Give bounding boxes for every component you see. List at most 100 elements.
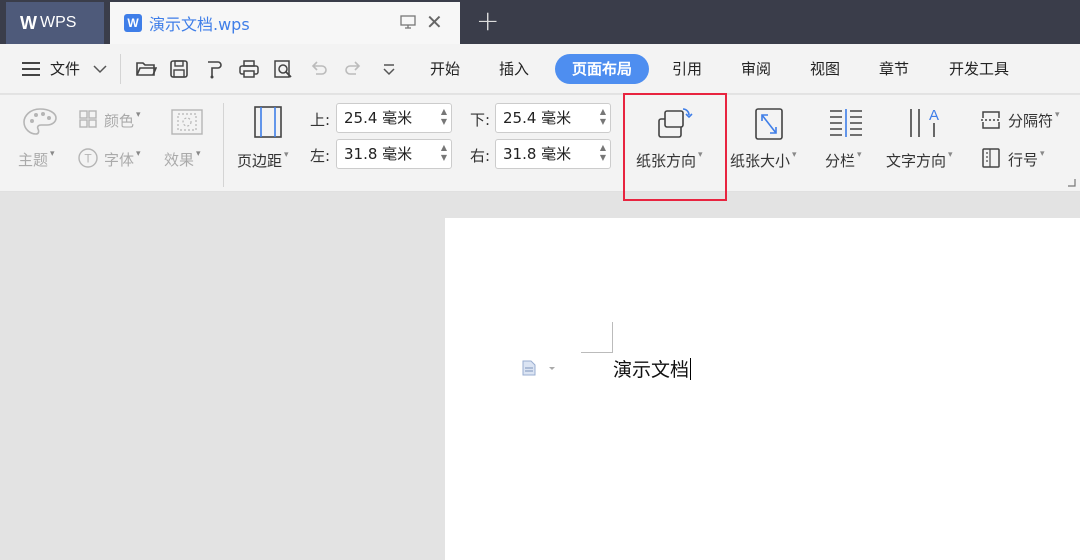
- effect-button[interactable]: 效果 ▾: [164, 149, 201, 170]
- tab-view[interactable]: 视图: [810, 58, 840, 80]
- ribbon-toolbar: 主题 ▾ 颜色 ▾ T 字体 ▾ 效果 ▾ 页边距 ▾ 上: 25.4 毫米 ▲ ▼ 下: 2…: [0, 95, 1080, 192]
- print-preview-icon[interactable]: [272, 58, 294, 80]
- new-tab-icon[interactable]: +: [476, 6, 499, 36]
- text-direction-button[interactable]: 文字方向 ▾: [886, 150, 953, 171]
- caret-down-icon: ▾: [50, 149, 55, 159]
- page-margin-icon[interactable]: [253, 105, 283, 139]
- close-tab-icon[interactable]: ✕: [426, 12, 443, 32]
- chevron-down-icon[interactable]: [92, 61, 108, 77]
- tab-chapter[interactable]: 章节: [879, 58, 909, 80]
- svg-text:A: A: [929, 107, 939, 124]
- spinner-icon[interactable]: ▲ ▼: [441, 107, 447, 127]
- spinner-icon[interactable]: ▲ ▼: [600, 143, 606, 163]
- left-margin-input[interactable]: 31.8 毫米 ▲ ▼: [336, 139, 452, 169]
- caret-down-icon: ▾: [1055, 110, 1060, 120]
- paragraph-layout-icon[interactable]: [521, 360, 559, 376]
- caret-down-icon: ▾: [792, 150, 797, 160]
- svg-text:T: T: [84, 152, 92, 166]
- open-folder-icon[interactable]: [135, 58, 157, 80]
- color-grid-icon[interactable]: [78, 109, 98, 129]
- font-button[interactable]: 字体 ▾: [104, 149, 141, 170]
- line-number-icon[interactable]: [980, 147, 1002, 169]
- redo-icon[interactable]: [342, 58, 364, 80]
- bottom-margin-value: 25.4 毫米: [503, 109, 572, 127]
- columns-button[interactable]: 分栏 ▾: [825, 150, 862, 171]
- page-margin-button[interactable]: 页边距 ▾: [237, 150, 289, 171]
- text-direction-icon[interactable]: A: [907, 105, 943, 139]
- page-margin-label: 页边距: [237, 152, 283, 170]
- font-label: 字体: [104, 151, 135, 169]
- caret-down-icon: ▾: [136, 149, 141, 159]
- ribbon-expand-icon[interactable]: [1068, 179, 1076, 187]
- top-margin-input[interactable]: 25.4 毫米 ▲ ▼: [336, 103, 452, 133]
- caret-down-icon: ▾: [857, 150, 862, 160]
- document-body-text[interactable]: 演示文档: [613, 355, 692, 382]
- columns-label: 分栏: [825, 152, 856, 170]
- print-icon[interactable]: [238, 58, 260, 80]
- tab-developer[interactable]: 开发工具: [949, 58, 1009, 80]
- top-margin-value: 25.4 毫米: [344, 109, 413, 127]
- bottom-margin-label: 下:: [470, 111, 491, 129]
- tab-insert[interactable]: 插入: [499, 58, 529, 80]
- columns-icon[interactable]: [828, 107, 864, 137]
- theme-palette-icon[interactable]: [22, 107, 58, 137]
- caret-down-icon: ▾: [136, 110, 141, 120]
- caret-down-icon: ▾: [1040, 149, 1045, 159]
- wps-home-label: WPS: [40, 14, 77, 31]
- document-text: 演示文档: [613, 359, 690, 381]
- left-margin-label: 左:: [310, 147, 331, 165]
- highlight-frame: [623, 93, 727, 201]
- format-painter-icon[interactable]: [203, 58, 225, 80]
- ribbon-separator: [223, 103, 224, 187]
- right-margin-input[interactable]: 31.8 毫米 ▲ ▼: [495, 139, 611, 169]
- right-margin-value: 31.8 毫米: [503, 145, 572, 163]
- bottom-margin-input[interactable]: 25.4 毫米 ▲ ▼: [495, 103, 611, 133]
- file-menu[interactable]: 文件: [50, 58, 80, 80]
- wps-logo-icon: W: [20, 12, 37, 33]
- document-tab-label: 演示文档.wps: [149, 15, 250, 34]
- theme-button[interactable]: 主题 ▾: [18, 149, 55, 170]
- spinner-icon[interactable]: ▲ ▼: [441, 143, 447, 163]
- menu-bar: 文件 开始 插入 页面布局 引用 审阅 视图 章节 开发工具: [0, 44, 1080, 94]
- save-icon[interactable]: [168, 58, 190, 80]
- hamburger-menu-icon[interactable]: [20, 59, 42, 79]
- right-margin-label: 右:: [470, 147, 491, 165]
- spinner-icon[interactable]: ▲ ▼: [600, 107, 606, 127]
- tab-home[interactable]: 开始: [430, 58, 460, 80]
- top-margin-label: 上:: [310, 111, 331, 129]
- caret-down-icon: ▾: [948, 150, 953, 160]
- paper-size-label: 纸张大小: [730, 152, 791, 170]
- text-cursor: [690, 358, 692, 380]
- section-break-button[interactable]: 分隔符 ▾: [1008, 110, 1060, 131]
- wps-home-tab[interactable]: W WPS: [6, 2, 104, 44]
- color-button[interactable]: 颜色 ▾: [104, 110, 141, 131]
- undo-icon[interactable]: [308, 58, 330, 80]
- paper-size-icon[interactable]: [754, 107, 784, 141]
- effect-label: 效果: [164, 151, 195, 169]
- color-label: 颜色: [104, 112, 135, 130]
- margin-corner-mark: [612, 322, 613, 353]
- section-break-label: 分隔符: [1008, 112, 1054, 130]
- caret-down-icon: ▾: [196, 149, 201, 159]
- title-bar: W WPS W 演示文档.wps ✕ +: [0, 0, 1080, 44]
- line-number-label: 行号: [1008, 151, 1039, 169]
- tab-page-layout[interactable]: 页面布局: [555, 54, 649, 84]
- tab-review[interactable]: 审阅: [741, 58, 771, 80]
- theme-label: 主题: [18, 151, 49, 169]
- more-commands-icon[interactable]: [378, 58, 400, 80]
- font-t-icon[interactable]: T: [77, 147, 99, 169]
- caret-down-icon: ▾: [284, 150, 289, 160]
- margin-corner-mark: [581, 352, 613, 353]
- paper-size-button[interactable]: 纸张大小 ▾: [730, 150, 797, 171]
- menu-separator: [120, 54, 121, 84]
- wps-writer-icon: W: [124, 14, 142, 32]
- section-break-icon[interactable]: [980, 109, 1002, 131]
- left-margin-value: 31.8 毫米: [344, 145, 413, 163]
- monitor-icon[interactable]: [400, 15, 416, 29]
- tab-references[interactable]: 引用: [672, 58, 702, 80]
- document-page[interactable]: [445, 218, 1080, 560]
- text-direction-label: 文字方向: [886, 152, 947, 170]
- document-tab[interactable]: W 演示文档.wps ✕: [110, 2, 460, 44]
- effect-icon[interactable]: [170, 108, 204, 136]
- line-number-button[interactable]: 行号 ▾: [1008, 149, 1045, 170]
